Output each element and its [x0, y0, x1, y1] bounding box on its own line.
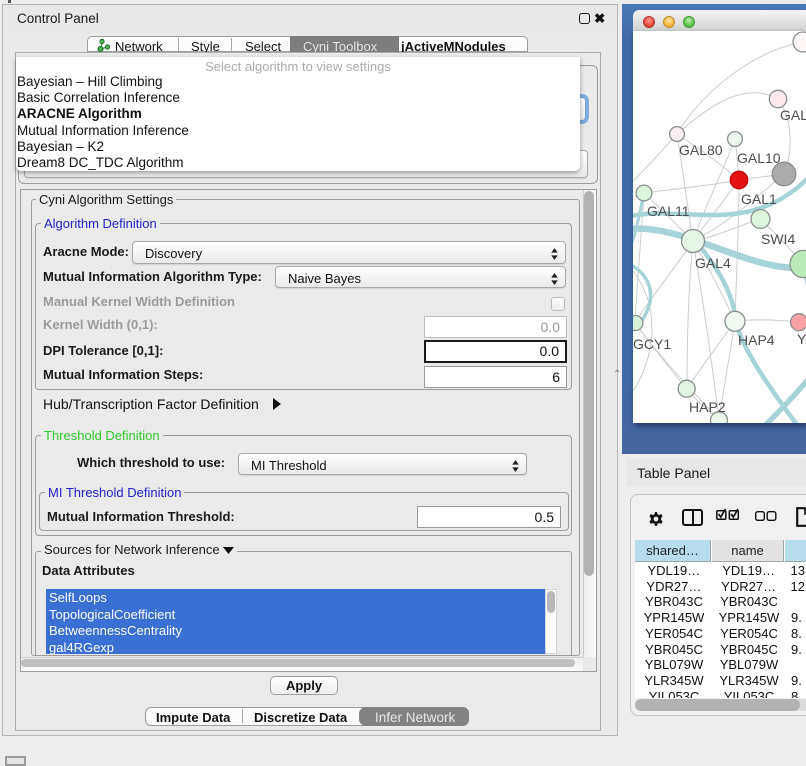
- svg-text:HAP2: HAP2: [689, 399, 726, 415]
- svg-text:GAL80: GAL80: [679, 142, 723, 158]
- svg-text:GAL1: GAL1: [741, 191, 777, 207]
- svg-text:GCY1: GCY1: [633, 336, 671, 352]
- svg-text:GAL11: GAL11: [647, 203, 690, 219]
- svg-text:GAL10: GAL10: [737, 150, 781, 166]
- svg-text:GAL: GAL: [780, 107, 806, 123]
- svg-text:HAP4: HAP4: [738, 332, 775, 348]
- svg-text:Y: Y: [797, 331, 806, 347]
- svg-text:SWI4: SWI4: [761, 231, 795, 247]
- svg-text:GAL4: GAL4: [695, 255, 731, 271]
